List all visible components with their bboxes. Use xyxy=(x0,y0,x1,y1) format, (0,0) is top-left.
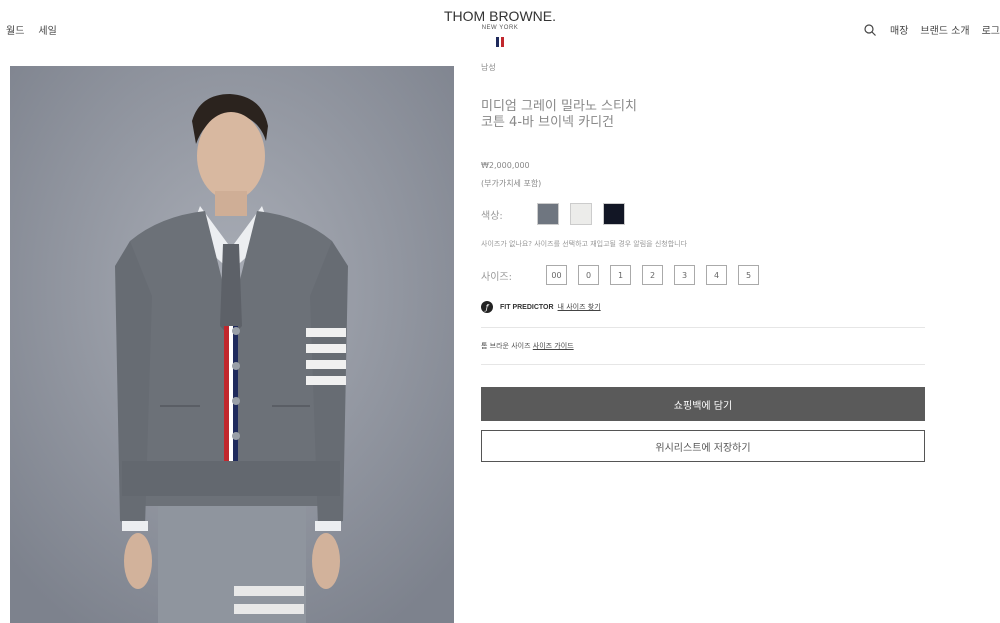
logo-subtext: NEW YORK xyxy=(481,25,519,31)
color-swatch-navy[interactable] xyxy=(603,203,625,225)
size-option-5[interactable]: 5 xyxy=(738,265,759,285)
fit-predictor: ƒ FIT PREDICTOR 내 사이즈 찾기 xyxy=(481,301,925,313)
product-category[interactable]: 남성 xyxy=(481,62,925,73)
divider xyxy=(481,327,925,328)
brand-logo[interactable]: THOM BROWNE. NEW YORK xyxy=(0,8,1000,51)
fit-predictor-title: FIT PREDICTOR xyxy=(500,303,554,311)
size-option-00[interactable]: 00 xyxy=(546,265,567,285)
nav-stores[interactable]: 매장 xyxy=(890,22,908,37)
model-photo xyxy=(10,66,454,623)
color-swatch-grey[interactable] xyxy=(537,203,559,225)
logo-text: THOM BROWNE. xyxy=(444,8,556,24)
fit-predictor-icon: ƒ xyxy=(481,301,493,313)
vat-note: (부가가치세 포함) xyxy=(481,179,542,188)
product-price: ₩2,000,000 xyxy=(481,161,530,170)
divider xyxy=(481,364,925,365)
product-title: 미디엄 그레이 밀라노 스티치 코튼 4-바 브이넥 카디건 xyxy=(481,99,925,131)
size-label: 사이즈: xyxy=(481,271,512,283)
find-my-size-link[interactable]: 내 사이즈 찾기 xyxy=(558,302,601,312)
search-icon[interactable] xyxy=(864,23,876,36)
nav-login[interactable]: 로그 xyxy=(982,22,1000,37)
size-option-1[interactable]: 1 xyxy=(610,265,631,285)
size-option-0[interactable]: 0 xyxy=(578,265,599,285)
tricolor-flag-icon xyxy=(496,37,504,47)
product-title-line1: 미디엄 그레이 밀라노 스티치 xyxy=(481,99,637,114)
product-info: 남성 미디엄 그레이 밀라노 스티치 코튼 4-바 브이넥 카디건 ₩2,000… xyxy=(481,62,925,462)
size-option-4[interactable]: 4 xyxy=(706,265,727,285)
save-to-wishlist-button[interactable]: 위시리스트에 저장하기 xyxy=(481,430,925,462)
nav-right: 매장 브랜드 소개 로그 xyxy=(864,22,1000,37)
color-label: 색상: xyxy=(481,210,503,222)
size-guide-link[interactable]: 사이즈 가이드 xyxy=(533,341,574,351)
site-header: 월드 세일 THOM BROWNE. NEW YORK 매장 브랜드 소개 로그 xyxy=(0,0,1000,60)
product-title-line2: 코튼 4-바 브이넥 카디건 xyxy=(481,115,614,130)
size-option-3[interactable]: 3 xyxy=(674,265,695,285)
color-swatch-white[interactable] xyxy=(570,203,592,225)
size-selector: 사이즈: 00 0 1 2 3 4 5 xyxy=(481,265,925,285)
color-selector: 색상: xyxy=(481,203,925,225)
product-image[interactable] xyxy=(10,66,454,623)
size-guide-row: 톰 브라운 사이즈 사이즈 가이드 xyxy=(481,338,925,354)
size-restock-note: 사이즈가 없나요? 사이즈를 선택하고 재입고될 경우 알림을 신청합니다 xyxy=(481,240,688,248)
size-option-2[interactable]: 2 xyxy=(642,265,663,285)
size-guide-prefix: 톰 브라운 사이즈 xyxy=(481,342,531,350)
nav-about[interactable]: 브랜드 소개 xyxy=(920,22,969,37)
add-to-bag-button[interactable]: 쇼핑백에 담기 xyxy=(481,387,925,421)
